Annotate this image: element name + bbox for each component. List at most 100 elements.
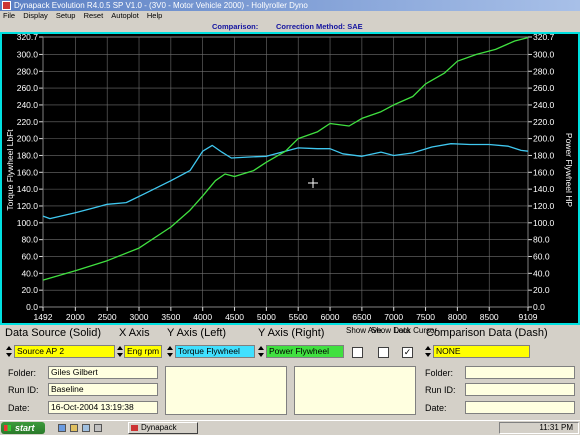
comparison-date-label: Date: [425, 403, 447, 413]
y-left-tick-label: 260.0 [17, 83, 39, 93]
system-tray: 11:31 PM [499, 422, 579, 434]
folder-field[interactable]: Giles Gilbert [48, 366, 158, 379]
quick-launch-app-icon[interactable] [94, 424, 102, 432]
comparison-data-label: Comparison Data (Dash) [426, 327, 548, 339]
correction-method: Correction Method: SAE [276, 22, 363, 31]
y-axis-left-select[interactable]: Torque Flywheel [175, 345, 255, 358]
y-left-tick-label: 240.0 [17, 100, 39, 110]
comparison-spin-arrows[interactable] [425, 345, 431, 358]
dynapack-icon [131, 425, 138, 431]
menu-setup[interactable]: Setup [56, 11, 76, 20]
y-left-tick-label: 300.0 [17, 49, 39, 59]
start-button[interactable]: start [1, 422, 45, 434]
y-right-tick-label: 280.0 [533, 66, 555, 76]
quick-launch-ie-icon[interactable] [58, 424, 66, 432]
y-left-tick-label: 80.0 [21, 235, 38, 245]
comparison-select[interactable]: NONE [433, 345, 530, 358]
start-label: start [15, 423, 35, 433]
show-data-label: Show Data [371, 326, 411, 335]
y-right-tick-label: 300.0 [533, 49, 555, 59]
comparison-date-field[interactable] [465, 401, 575, 414]
y-left-tick-label: 120.0 [17, 201, 39, 211]
x-tick-label: 2500 [98, 312, 117, 322]
show-data-checkbox[interactable] [378, 347, 389, 358]
run-id-field[interactable]: Baseline [48, 383, 158, 396]
y-left-tick-label: 60.0 [21, 251, 38, 261]
folder-label: Folder: [8, 368, 37, 378]
menu-autoplot[interactable]: Autoplot [111, 11, 139, 20]
menu-display[interactable]: Display [23, 11, 48, 20]
x-tick-label: 2000 [66, 312, 85, 322]
x-axis-select[interactable]: Eng rpm [124, 345, 162, 358]
quick-launch-desktop-icon[interactable] [82, 424, 90, 432]
title-bar: Dynapack Evolution R4.0.5 SP V1.0 - (3V0… [0, 0, 580, 11]
date-field[interactable]: 16-Oct-2004 13:19:38 [48, 401, 158, 414]
x-tick-label: 3000 [130, 312, 149, 322]
y-right-tick-label: 260.0 [533, 83, 555, 93]
y-right-spin-arrows[interactable] [258, 345, 264, 358]
x-tick-label: 6500 [352, 312, 371, 322]
comparison-label: Comparison: [212, 22, 259, 31]
notes-box-left[interactable] [165, 366, 287, 415]
y-right-tick-label: 180.0 [533, 150, 555, 160]
run-id-label: Run ID: [8, 385, 39, 395]
y-left-tick-label: 220.0 [17, 117, 39, 127]
x-tick-label: 3500 [161, 312, 180, 322]
app-icon [2, 1, 11, 10]
y-right-tick-label: 220.0 [533, 117, 555, 127]
y-left-tick-label: 160.0 [17, 167, 39, 177]
taskbar-item-label: Dynapack [141, 423, 177, 432]
y-left-spin-arrows[interactable] [167, 345, 173, 358]
y-right-tick-label: 240.0 [533, 100, 555, 110]
x-tick-label: 5500 [289, 312, 308, 322]
dyno-chart[interactable]: 320.7 320.7 300.0 300.0 280.0 280.0 260.0 260.0… [0, 32, 580, 325]
notes-box-right[interactable] [294, 366, 416, 415]
x-tick-label: 6000 [321, 312, 340, 322]
y-right-tick-label: 140.0 [533, 184, 555, 194]
chart-svg[interactable]: 320.7 320.7 300.0 300.0 280.0 280.0 260.0 260.0… [0, 32, 580, 325]
y-axis-right-select[interactable]: Power Flywheel [266, 345, 344, 358]
y-left-tick-label: 320.7 [17, 32, 39, 42]
y-axis-right-label: Power Flywheel HP [564, 133, 574, 207]
y-axis-left-label: Torque Flywheel LbFt [5, 129, 15, 211]
x-tick-label: 7500 [416, 312, 435, 322]
y-axis-left-header: Y Axis (Left) [167, 327, 227, 339]
menu-bar: File Display Setup Reset Autoplot Help [0, 11, 580, 21]
x-axis-label: X Axis [119, 327, 150, 339]
comparison-folder-label: Folder: [425, 368, 454, 378]
x-axis-spin-arrows[interactable] [117, 345, 123, 358]
menu-help[interactable]: Help [147, 11, 162, 20]
lock-cursor-checkbox[interactable]: ✓ [402, 347, 413, 358]
comparison-folder-field[interactable] [465, 366, 575, 379]
x-tick-label: 1492 [34, 312, 53, 322]
source-spin-arrows[interactable] [6, 345, 12, 358]
show-ave-checkbox[interactable] [352, 347, 363, 358]
comparison-run-id-label: Run ID: [425, 385, 456, 395]
menu-file[interactable]: File [3, 11, 15, 20]
x-tick-label: 8500 [480, 312, 499, 322]
data-source-label: Data Source (Solid) [5, 327, 101, 339]
x-tick-label: 5000 [257, 312, 276, 322]
info-bar: Comparison: Correction Method: SAE [0, 21, 580, 32]
chart-background [0, 32, 580, 325]
y-right-tick-label: 0.0 [533, 302, 545, 312]
y-left-tick-label: 140.0 [17, 184, 39, 194]
y-right-tick-label: 20.0 [533, 285, 550, 295]
x-tick-label: 7000 [384, 312, 403, 322]
menu-reset[interactable]: Reset [84, 11, 104, 20]
taskbar-item-dynapack[interactable]: Dynapack [128, 422, 198, 434]
x-tick-label: 8000 [448, 312, 467, 322]
y-left-tick-label: 40.0 [21, 268, 38, 278]
control-panel: Data Source (Solid) X Axis Y Axis (Left)… [0, 325, 580, 420]
y-right-tick-label: 160.0 [533, 167, 555, 177]
windows-flag-icon [4, 425, 11, 431]
y-right-tick-label: 40.0 [533, 268, 550, 278]
source-select[interactable]: Source AP 2 [14, 345, 115, 358]
comparison-run-id-field[interactable] [465, 383, 575, 396]
quick-launch-folder-icon[interactable] [70, 424, 78, 432]
y-right-tick-label: 80.0 [533, 235, 550, 245]
y-left-tick-label: 0.0 [26, 302, 38, 312]
y-left-tick-label: 200.0 [17, 134, 39, 144]
lock-cursor-label: Lock Cursor [394, 326, 438, 335]
clock: 11:31 PM [539, 423, 573, 432]
